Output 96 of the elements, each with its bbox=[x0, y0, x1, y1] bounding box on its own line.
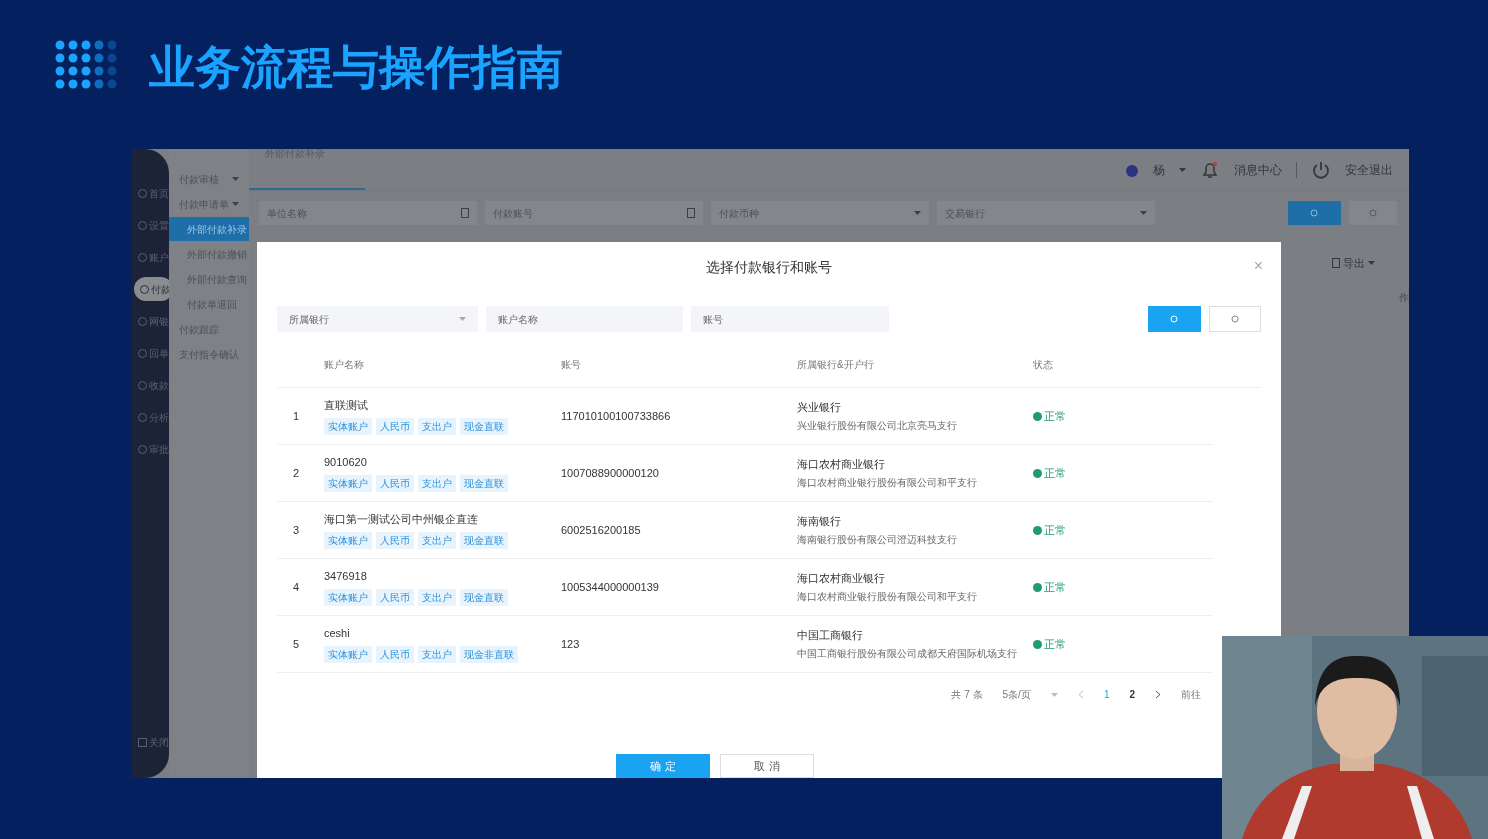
search-button[interactable] bbox=[1288, 201, 1341, 225]
filter-field[interactable]: 账户名称 bbox=[486, 306, 683, 332]
filter-field[interactable]: 账号 bbox=[691, 306, 889, 332]
account-tag: 实体账户 bbox=[324, 531, 372, 549]
account-tag: 实体账户 bbox=[324, 474, 372, 492]
page-number[interactable]: 2 bbox=[1129, 687, 1135, 702]
account-tag: 人民币 bbox=[376, 474, 414, 492]
account-number: 1007088900000120 bbox=[561, 465, 659, 481]
branch-name: 兴业银行股份有限公司北京亮马支行 bbox=[797, 419, 957, 434]
status-text: 正常 bbox=[1044, 579, 1066, 595]
account-tag: 人民币 bbox=[376, 645, 414, 663]
page-size-select[interactable]: 5条/页 bbox=[1002, 687, 1031, 702]
goto-label: 前往 bbox=[1181, 688, 1201, 702]
status-text: 正常 bbox=[1044, 522, 1066, 538]
account-tag: 现金直联 bbox=[460, 474, 508, 492]
avatar-icon bbox=[1125, 162, 1139, 177]
account-number: 1005344000000139 bbox=[561, 579, 659, 595]
previous-page-icon[interactable] bbox=[1077, 690, 1084, 699]
table-row[interactable]: 1 直联测试 实体账户 人民币 支出户 现金直联 117010100100733866 兴业银行 兴业银行股份有限公司北京亮马支行 正常 bbox=[277, 388, 1213, 445]
row-index: 1 bbox=[292, 408, 301, 424]
account-name: 海口第一测试公司中州银企直连 bbox=[324, 512, 478, 528]
cancel-button[interactable]: 取 消 bbox=[720, 754, 814, 778]
caret-icon bbox=[232, 202, 239, 206]
account-tag: 人民币 bbox=[376, 588, 414, 606]
account-tag: 实体账户 bbox=[324, 645, 372, 663]
message-center-link[interactable]: 消息中心 bbox=[1234, 160, 1282, 179]
page-number[interactable]: 1 bbox=[1103, 687, 1110, 702]
account-tag: 实体账户 bbox=[324, 588, 372, 606]
bank-name: 中国工商银行 bbox=[797, 627, 863, 643]
close-button[interactable]: × bbox=[1253, 254, 1263, 278]
account-tag: 现金直联 bbox=[460, 417, 508, 435]
slide-title: 业务流程与操作指南 bbox=[149, 44, 563, 90]
account-tag: 支出户 bbox=[418, 645, 456, 663]
caret-icon bbox=[1368, 261, 1375, 266]
file-icon bbox=[461, 208, 469, 218]
account-tag: 支出户 bbox=[418, 531, 456, 549]
account-tag: 现金直联 bbox=[460, 531, 508, 549]
logout-link[interactable]: 安全退出 bbox=[1345, 160, 1393, 179]
caret-icon bbox=[1140, 211, 1147, 215]
account-tag: 现金直联 bbox=[460, 588, 508, 606]
row-index: 2 bbox=[292, 465, 301, 481]
search-button[interactable] bbox=[1148, 306, 1201, 332]
column-header: 状态 bbox=[1033, 358, 1053, 372]
confirm-button[interactable]: 确 定 bbox=[616, 754, 710, 778]
bank-select[interactable]: 所属银行 bbox=[277, 306, 478, 332]
account-name: 直联测试 bbox=[324, 398, 368, 414]
caret-icon bbox=[1179, 167, 1186, 172]
bank-name: 海南银行 bbox=[797, 513, 841, 529]
reset-button[interactable] bbox=[1349, 201, 1397, 225]
bank-name: 兴业银行 bbox=[797, 399, 841, 415]
row-index: 5 bbox=[292, 636, 301, 652]
caret-icon bbox=[232, 177, 239, 181]
status-text: 正常 bbox=[1044, 636, 1066, 652]
account-tag: 人民币 bbox=[376, 417, 414, 435]
status-text: 正常 bbox=[1044, 465, 1066, 481]
file-icon bbox=[1332, 258, 1340, 269]
account-number: 123 bbox=[561, 636, 580, 652]
column-header: 所属银行&开户行 bbox=[797, 358, 874, 372]
status-text: 正常 bbox=[1044, 408, 1066, 424]
account-tag: 人民币 bbox=[376, 531, 414, 549]
account-tag: 支出户 bbox=[418, 417, 456, 435]
table-row[interactable]: 2 9010620 实体账户 人民币 支出户 现金直联 1007088900000120 海口农村商业银行 海口农村商业银行股份有限公司和平支行 正常 bbox=[277, 445, 1213, 502]
power-icon bbox=[1311, 159, 1331, 180]
account-tag: 现金非直联 bbox=[460, 645, 518, 663]
bell-icon bbox=[1200, 159, 1220, 180]
reset-button[interactable] bbox=[1209, 306, 1261, 332]
account-name: 9010620 bbox=[324, 455, 367, 471]
account-tag: 实体账户 bbox=[324, 417, 372, 435]
next-page-icon[interactable] bbox=[1155, 690, 1161, 699]
account-name: ceshi bbox=[324, 626, 350, 642]
branch-name: 海口农村商业银行股份有限公司和平支行 bbox=[797, 476, 977, 491]
account-number: 6002516200185 bbox=[561, 522, 641, 538]
bank-name: 海口农村商业银行 bbox=[797, 456, 885, 472]
user-menu[interactable]: 杨 bbox=[1153, 160, 1165, 179]
account-name: 3476918 bbox=[324, 569, 367, 585]
column-header: 账户名称 bbox=[324, 358, 364, 372]
branch-name: 海口农村商业银行股份有限公司和平支行 bbox=[797, 590, 977, 605]
branch-name: 中国工商银行股份有限公司成都天府国际机场支行 bbox=[797, 647, 1017, 662]
submenu-item[interactable]: 外部付款补录 bbox=[169, 217, 249, 241]
account-tag: 支出户 bbox=[418, 474, 456, 492]
branch-name: 海南银行股份有限公司澄迈科技支行 bbox=[797, 533, 957, 548]
row-index: 3 bbox=[292, 522, 301, 538]
row-index: 4 bbox=[292, 579, 301, 595]
caret-icon bbox=[459, 317, 466, 321]
caret-icon bbox=[914, 211, 921, 215]
dialog-title: 选择付款银行和账号 bbox=[706, 257, 832, 277]
account-tag: 支出户 bbox=[418, 588, 456, 606]
column-header: 账号 bbox=[561, 358, 581, 372]
bank-name: 海口农村商业银行 bbox=[797, 570, 885, 586]
file-icon bbox=[687, 208, 695, 218]
table-row[interactable]: 3 海口第一测试公司中州银企直连 实体账户 人民币 支出户 现金直联 6002516200185 海南银行 海南银行股份有限公司澄迈科技支行 正常 bbox=[277, 502, 1213, 559]
table-row[interactable]: 5 ceshi 实体账户 人民币 支出户 现金非直联 123 中国工商银行 中国工商银行股份有限公司成都天府国际机场支行 正常 bbox=[277, 616, 1213, 673]
table-row[interactable]: 4 3476918 实体账户 人民币 支出户 现金直联 1005344000000139 海口农村商业银行 海口农村商业银行股份有限公司和平支行 正常 bbox=[277, 559, 1213, 616]
caret-icon bbox=[1050, 692, 1058, 697]
total-count: 共 7 条 bbox=[951, 688, 983, 702]
account-number: 117010100100733866 bbox=[561, 408, 671, 424]
